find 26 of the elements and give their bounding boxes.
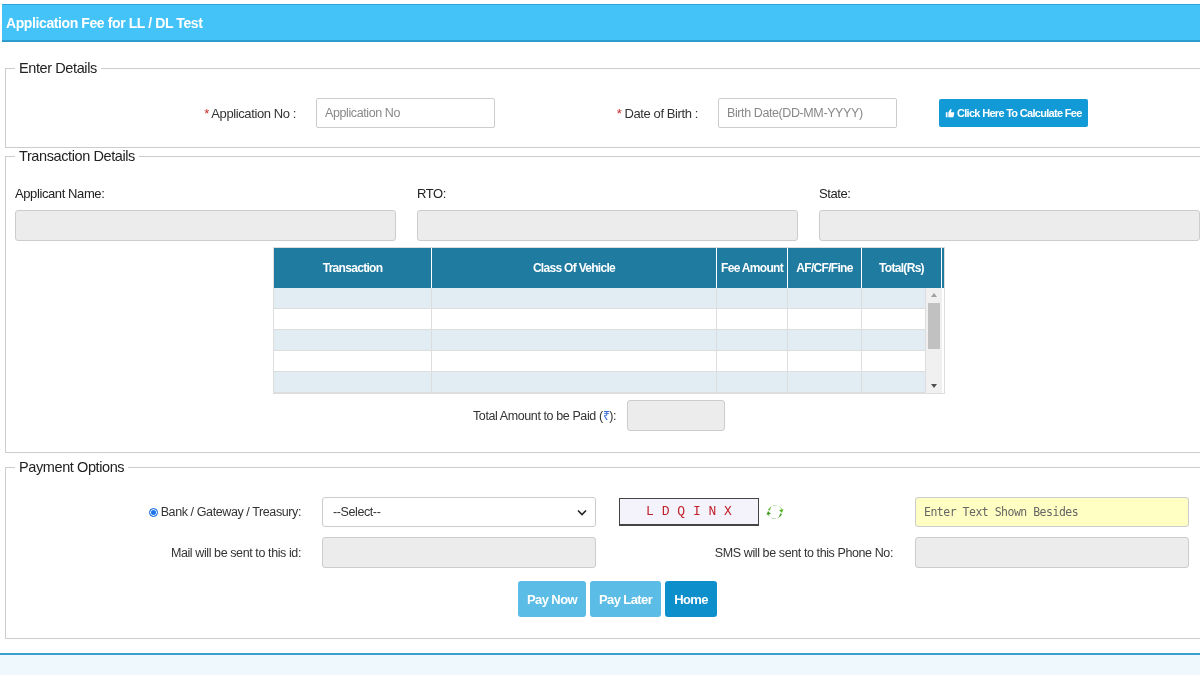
refresh-icon[interactable] <box>765 502 785 522</box>
field-label: * Date of Birth : <box>615 105 698 121</box>
total-amount-label: Total Amount to be Paid (₹): <box>473 408 617 424</box>
field-label: RTO: <box>417 186 447 201</box>
section-legend: Enter Details <box>15 60 101 76</box>
action-button[interactable]: Home <box>665 581 717 617</box>
captcha-input[interactable]: Enter Text Shown Besides <box>915 497 1189 527</box>
captcha-image: L D Q I N X <box>619 498 759 526</box>
scrollbar[interactable] <box>926 288 942 393</box>
input-field[interactable]: Application No <box>316 98 495 128</box>
payment-method-radio[interactable]: Bank / Gateway / Treasury: <box>6 505 301 519</box>
section-legend: Transaction Details <box>15 148 139 164</box>
calculate-fee-button[interactable]: Click Here To Calculate Fee <box>939 99 1088 127</box>
page-title: Application Fee for LL / DL Test <box>5 14 203 31</box>
scroll-up-arrow-icon[interactable] <box>930 291 938 299</box>
scroll-down-arrow-icon[interactable] <box>930 382 938 390</box>
input-field[interactable]: Birth Date(DD-MM-YYYY) <box>718 98 897 128</box>
section-legend: Payment Options <box>15 459 129 475</box>
field-label: SMS will be sent to this Phone No: <box>713 545 893 560</box>
field-label: Applicant Name: <box>15 186 106 201</box>
field-label: State: <box>819 186 852 201</box>
bank-select[interactable]: --Select-- <box>322 497 596 527</box>
pointing-hand-icon <box>945 108 955 118</box>
field-label: Mail will be sent to this id: <box>169 545 301 560</box>
chevron-down-icon <box>577 508 587 516</box>
field-label: * Application No : <box>203 105 296 121</box>
